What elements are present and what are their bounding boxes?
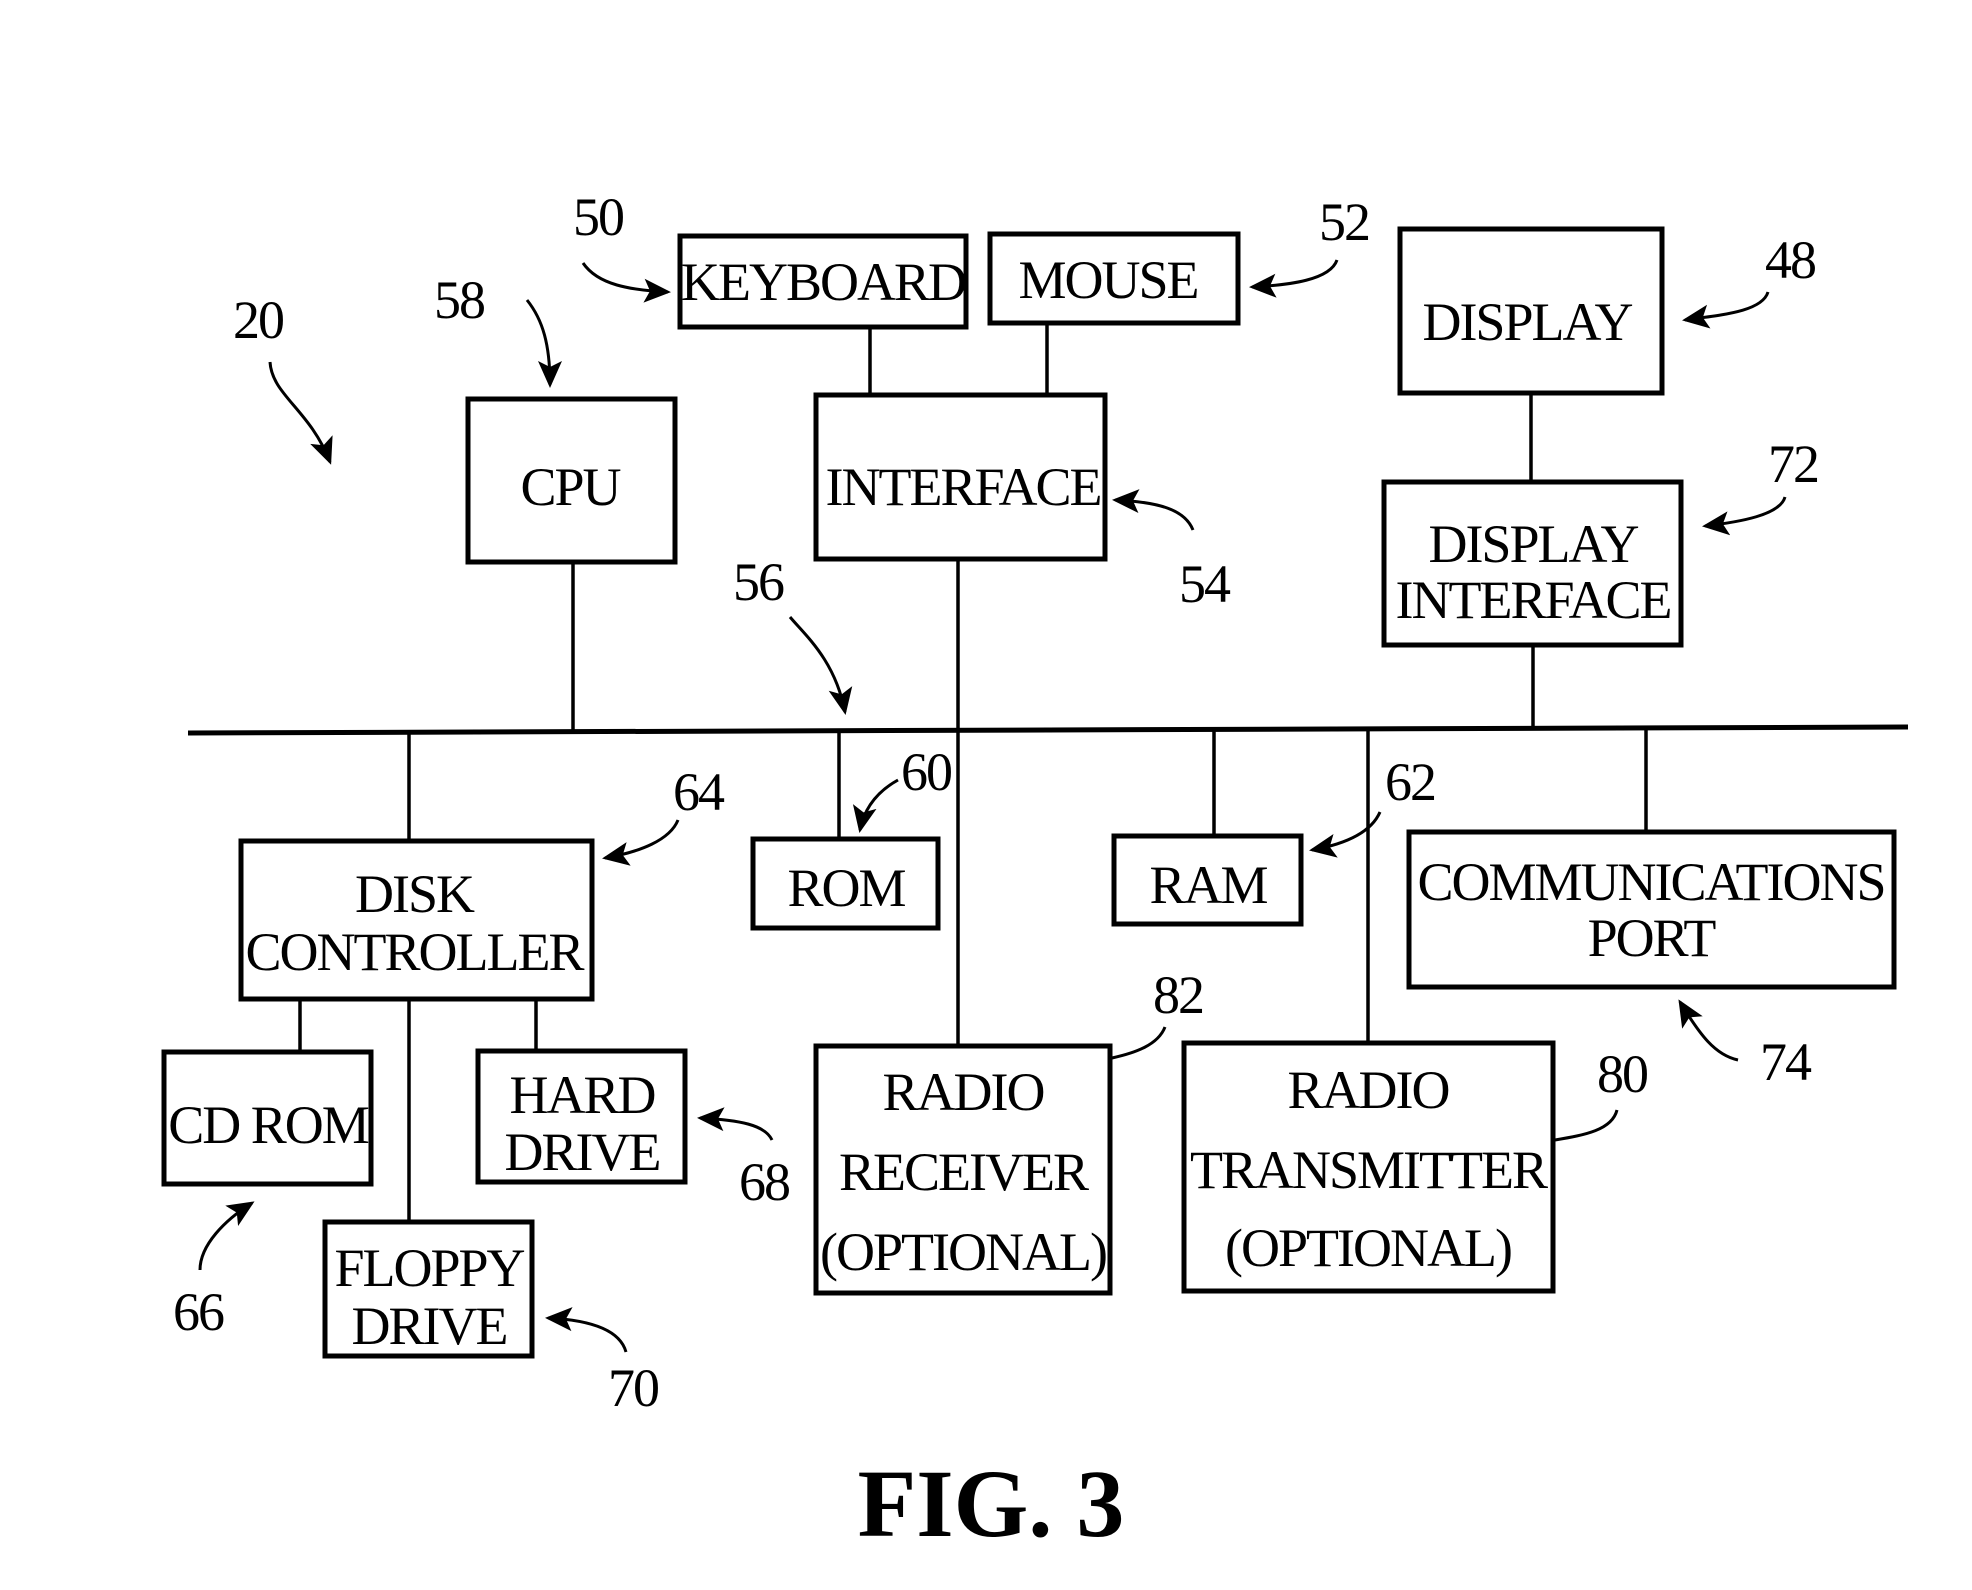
floppy-drive-label-line2: DRIVE — [352, 1296, 507, 1356]
radio-receiver-label-line1: RADIO — [883, 1062, 1044, 1122]
leader-arrow-68 — [697, 1107, 774, 1141]
radio-transmitter-block: RADIO TRANSMITTER (OPTIONAL) — [1181, 1040, 1556, 1294]
leader-line-82 — [1111, 1026, 1167, 1060]
interface-block: INTERFACE — [813, 392, 1108, 562]
floppy-drive-block: FLOPPY DRIVE — [322, 1219, 535, 1359]
ref-74: 74 — [1760, 1032, 1812, 1092]
radio-receiver-block: RADIO RECEIVER (OPTIONAL) — [813, 1043, 1113, 1296]
cd-rom-label: CD ROM — [168, 1095, 369, 1155]
radio-receiver-label-line3: (OPTIONAL) — [820, 1222, 1106, 1282]
disk-controller-block: DISK CONTROLLER — [238, 838, 595, 1002]
display-interface-label-line1: DISPLAY — [1428, 514, 1638, 574]
keyboard-label: KEYBOARD — [681, 252, 965, 312]
ref-68: 68 — [739, 1152, 789, 1212]
leader-arrow-20 — [268, 361, 333, 465]
ref-82: 82 — [1153, 965, 1203, 1025]
keyboard-block: KEYBOARD — [677, 233, 969, 330]
communications-port-label-line1: COMMUNICATIONS — [1417, 852, 1884, 912]
leader-arrow-54 — [1112, 489, 1195, 531]
leader-arrow-52 — [1249, 259, 1339, 298]
radio-receiver-label-line2: RECEIVER — [839, 1142, 1089, 1202]
communications-port-label-line2: PORT — [1588, 908, 1717, 968]
ref-62: 62 — [1385, 752, 1435, 812]
ref-64: 64 — [673, 762, 725, 822]
interface-label: INTERFACE — [826, 457, 1101, 517]
cpu-label: CPU — [520, 457, 620, 517]
ref-70: 70 — [608, 1358, 658, 1418]
leader-arrow-72 — [1702, 496, 1787, 536]
floppy-drive-label-line1: FLOPPY — [334, 1238, 524, 1298]
leader-arrow-58 — [525, 299, 562, 388]
hard-drive-block: HARD DRIVE — [475, 1048, 688, 1185]
leader-arrow-62 — [1309, 811, 1382, 858]
radio-transmitter-label-line3: (OPTIONAL) — [1225, 1218, 1511, 1278]
ref-66: 66 — [173, 1282, 224, 1342]
figure-caption: FIG. 3 — [858, 1450, 1125, 1557]
leader-arrow-70 — [545, 1307, 628, 1353]
display-interface-label-line2: INTERFACE — [1396, 570, 1671, 630]
hard-drive-label-line1: HARD — [509, 1065, 654, 1125]
rom-label: ROM — [787, 858, 905, 918]
disk-controller-label-line2: CONTROLLER — [246, 922, 585, 982]
leader-line-80 — [1554, 1109, 1619, 1142]
communications-port-block: COMMUNICATIONS PORT — [1406, 829, 1897, 990]
leader-arrow-64 — [602, 819, 680, 866]
ref-80: 80 — [1597, 1044, 1647, 1104]
radio-transmitter-label-line1: RADIO — [1288, 1060, 1449, 1120]
display-block: DISPLAY — [1397, 226, 1665, 396]
block-diagram: KEYBOARD MOUSE DISPLAY CPU INTERFACE DIS… — [161, 187, 1909, 1557]
display-label: DISPLAY — [1422, 292, 1632, 352]
mouse-label: MOUSE — [1018, 250, 1197, 310]
leader-arrow-50 — [581, 262, 671, 303]
cpu-block: CPU — [465, 396, 678, 565]
ref-56: 56 — [733, 552, 784, 612]
ref-52: 52 — [1319, 192, 1369, 252]
ram-block: RAM — [1111, 833, 1304, 927]
ref-20: 20 — [233, 290, 283, 350]
rom-block: ROM — [750, 836, 941, 931]
ref-60: 60 — [901, 742, 951, 802]
leader-arrow-56 — [788, 616, 853, 715]
ref-72: 72 — [1768, 434, 1818, 494]
ref-48: 48 — [1765, 230, 1815, 290]
ref-50: 50 — [573, 187, 623, 247]
leader-arrow-66 — [198, 1201, 255, 1271]
ref-54: 54 — [1179, 554, 1231, 614]
ram-label: RAM — [1149, 855, 1267, 915]
disk-controller-label-line1: DISK — [355, 864, 475, 924]
display-interface-block: DISPLAY INTERFACE — [1381, 479, 1684, 648]
leader-arrow-48 — [1682, 291, 1770, 329]
system-bus — [187, 724, 1909, 736]
ref-58: 58 — [434, 270, 484, 330]
mouse-block: MOUSE — [987, 231, 1241, 326]
leader-arrow-74 — [1678, 999, 1739, 1062]
cd-rom-block: CD ROM — [161, 1049, 374, 1187]
radio-transmitter-label-line2: TRANSMITTER — [1190, 1140, 1548, 1200]
hard-drive-label-line2: DRIVE — [505, 1122, 660, 1182]
leader-arrow-60 — [852, 778, 899, 833]
